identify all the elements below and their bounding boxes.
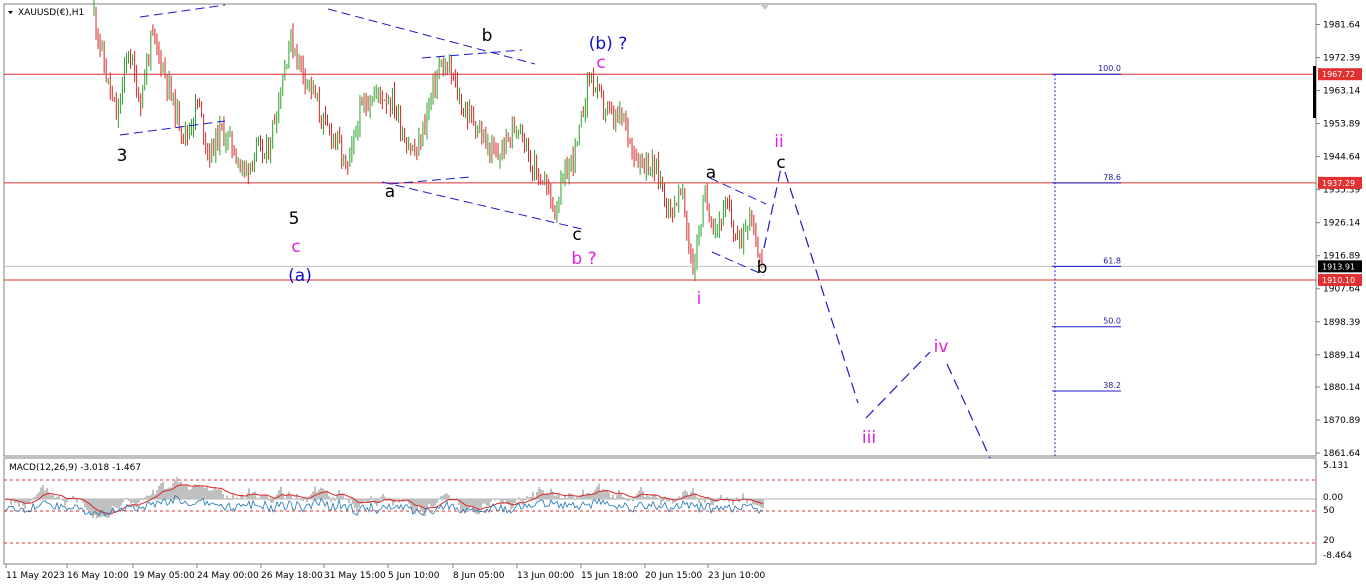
price-label: 1937.29 [1322, 179, 1355, 188]
time-label: 13 Jun 00:00 [517, 571, 574, 581]
price-label: 1910.10 [1322, 276, 1355, 285]
fib-level-label: 38.2 [1103, 381, 1121, 390]
price-tick-label: 1870.89 [1323, 416, 1360, 426]
time-label: 5 Jun 10:00 [388, 571, 440, 581]
wave-label: a [385, 182, 395, 202]
wave-label: iii [862, 428, 876, 448]
price-tick-label: 1972.39 [1323, 54, 1360, 64]
time-label: 15 Jun 18:00 [581, 571, 638, 581]
wave-label: 3 [117, 146, 128, 166]
price-tick-label: 1944.64 [1323, 153, 1360, 163]
time-axis: 11 May 2023 16 May 10:00 19 May 05:00 24 Ma… [5, 564, 765, 581]
price-scroll-bar [1313, 66, 1316, 118]
macd-label: MACD(12,26,9) -3.018 -1.467 [9, 463, 141, 473]
time-label: 11 May 2023 [6, 571, 65, 581]
price-tick-label: 1880.14 [1323, 383, 1360, 393]
wave-label: b ? [571, 249, 596, 269]
price-tick-label: 1926.14 [1323, 219, 1360, 229]
price-tick-label: 1916.89 [1323, 252, 1360, 262]
price-tick-label: 1963.14 [1323, 87, 1360, 97]
time-label: 31 May 15:00 [324, 571, 386, 581]
wave-label: c [572, 225, 581, 245]
price-tick-label: 1898.39 [1323, 318, 1360, 328]
wave-label: (a) [288, 266, 312, 286]
time-label: 8 Jun 05:00 [453, 571, 505, 581]
price-tick-label: 1907.64 [1323, 285, 1360, 295]
fib-level-label: 78.6 [1103, 173, 1121, 182]
wave-label: c [776, 153, 785, 173]
wave-label: iv [934, 337, 949, 357]
fib-level-label: 100.0 [1098, 64, 1121, 73]
symbol-label[interactable]: XAUUSD(€),H1 [18, 8, 84, 18]
price-tick-label: 1981.64 [1323, 21, 1360, 31]
price-tick-label: 1861.64 [1323, 449, 1360, 459]
wave-label: 5 [289, 209, 300, 229]
wave-label: (b) ? [589, 34, 627, 54]
macd-axis-label: -8.464 [1323, 551, 1352, 561]
wave-label: ii [774, 132, 783, 152]
wave-label: b [757, 258, 768, 278]
wave-label: b [482, 26, 493, 46]
time-label: 16 May 10:00 [67, 571, 129, 581]
wave-label: i [697, 289, 702, 309]
price-chart[interactable]: 100.078.661.850.038.2 35c(a)abcb ?(b) ?c… [0, 0, 1366, 588]
wave-label: c [596, 53, 605, 73]
time-label: 26 May 18:00 [261, 571, 323, 581]
time-label: 23 Jun 10:00 [708, 571, 765, 581]
macd-axis-label: 0.00 [1323, 493, 1343, 503]
price-label: 1967.72 [1322, 70, 1355, 79]
price-tick-label: 1889.14 [1323, 351, 1360, 361]
macd-axis-label: 5.131 [1323, 461, 1349, 471]
wave-label: c [291, 237, 300, 257]
price-label: 1913.91 [1322, 262, 1355, 271]
wave-label: a [706, 163, 716, 183]
time-label: 19 May 05:00 [133, 571, 195, 581]
time-label: 20 Jun 15:00 [645, 571, 702, 581]
macd-axis-label: 20 [1323, 536, 1335, 546]
time-label: 24 May 00:00 [197, 571, 259, 581]
price-tick-label: 1953.89 [1323, 120, 1360, 130]
fib-level-label: 50.0 [1103, 317, 1121, 326]
price-axis: 1981.641972.391963.141953.891944.641935.… [1313, 21, 1362, 459]
macd-axis-label: 50 [1323, 506, 1335, 516]
fib-level-label: 61.8 [1103, 256, 1121, 265]
